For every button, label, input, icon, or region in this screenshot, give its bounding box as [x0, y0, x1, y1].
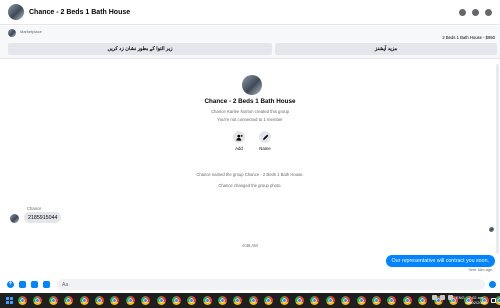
- event-photo-changed: Chance changed the group photo.: [218, 183, 282, 188]
- add-person-icon: [235, 134, 243, 141]
- chrome-icon[interactable]: [218, 296, 228, 305]
- info-icon[interactable]: [485, 8, 492, 16]
- event-renamed: Chance named the group Chance - 2 Beds 1…: [196, 172, 304, 177]
- marketplace-label: Marketplace: [20, 29, 42, 34]
- chrome-icon[interactable]: [171, 296, 181, 305]
- header-actions: [459, 8, 500, 16]
- seen-avatar: [489, 227, 494, 232]
- group-connected-status: You're not connected to 1 member: [217, 117, 283, 122]
- volume-icon[interactable]: [448, 295, 453, 300]
- scrollbar[interactable]: [496, 64, 499, 254]
- wifi-icon[interactable]: [440, 295, 445, 300]
- messenger-window: Chance - 2 Beds 1 Bath House Marketplace…: [0, 0, 500, 308]
- sender-avatar[interactable]: [10, 214, 19, 223]
- mark-pending-button[interactable]: زیر التوا کے بطور نشان زد کریں: [8, 43, 272, 55]
- group-created-by: Chance Karlee Norton created this group: [210, 109, 290, 114]
- sent-status: Sent 16m ago: [468, 268, 492, 272]
- chrome-icon[interactable]: [295, 296, 305, 305]
- chrome-icon[interactable]: [202, 296, 212, 305]
- image-icon[interactable]: [19, 281, 26, 288]
- chrome-icon[interactable]: [310, 296, 320, 305]
- clock-date: 03/02/2025: [465, 300, 486, 305]
- chrome-icon[interactable]: [18, 296, 27, 305]
- chrome-icon[interactable]: [64, 296, 74, 305]
- chrome-icon[interactable]: [279, 296, 289, 305]
- sender-name: Chance: [27, 206, 42, 211]
- notification-icon[interactable]: [491, 298, 496, 303]
- language-indicator[interactable]: ENG: [456, 295, 465, 300]
- chrome-icon[interactable]: [187, 296, 197, 305]
- add-label: Add: [235, 146, 243, 151]
- message-timestamp: 6:46 AM: [242, 243, 258, 248]
- marketplace-banner: Marketplace 2 Beds 1 Bath House - $950 ز…: [0, 26, 500, 59]
- message-composer: + Aa: [0, 276, 500, 293]
- more-options-button[interactable]: مزید آپشنز: [275, 43, 497, 55]
- chrome-icon[interactable]: [341, 296, 351, 305]
- message-input[interactable]: Aa: [57, 279, 485, 290]
- chrome-icon[interactable]: [248, 296, 258, 305]
- listing-title[interactable]: 2 Beds 1 Bath House - $950: [442, 35, 495, 40]
- chrome-icon[interactable]: [264, 296, 274, 305]
- rename-group-button[interactable]: Name: [253, 131, 277, 151]
- taskbar-apps: [18, 296, 500, 305]
- group-avatar-small[interactable]: [8, 4, 24, 20]
- chrome-icon[interactable]: [125, 296, 135, 305]
- chrome-icon[interactable]: [156, 296, 166, 305]
- add-member-button[interactable]: Add: [227, 131, 251, 151]
- video-icon[interactable]: [472, 8, 479, 16]
- marketplace-icon: [8, 29, 16, 37]
- plus-icon[interactable]: +: [7, 281, 14, 288]
- chat-title[interactable]: Chance - 2 Beds 1 Bath House: [29, 9, 130, 16]
- chrome-icon[interactable]: [79, 296, 89, 305]
- gif-icon[interactable]: [43, 281, 50, 288]
- group-name: Chance - 2 Beds 1 Bath House: [204, 98, 296, 105]
- windows-start-icon[interactable]: [6, 297, 13, 304]
- conversation-area: Chance - 2 Beds 1 Bath House Chance Karl…: [0, 60, 500, 275]
- system-tray: ENG: [432, 295, 465, 300]
- chrome-icon[interactable]: [387, 296, 397, 305]
- call-icon[interactable]: [459, 8, 466, 16]
- outgoing-message[interactable]: Our representative will contract you soo…: [385, 255, 495, 267]
- emoji-icon[interactable]: [489, 281, 496, 288]
- chat-header: Chance - 2 Beds 1 Bath House: [0, 0, 500, 25]
- sticker-icon[interactable]: [31, 281, 38, 288]
- chrome-icon[interactable]: [110, 296, 120, 305]
- system-clock[interactable]: 7:02 am 03/02/2025: [466, 295, 486, 305]
- chrome-icon[interactable]: [325, 296, 335, 305]
- chrome-icon[interactable]: [418, 296, 428, 305]
- chrome-icon[interactable]: [141, 296, 151, 305]
- chrome-icon[interactable]: [48, 296, 58, 305]
- chevron-up-icon[interactable]: [432, 295, 437, 300]
- chrome-icon[interactable]: [94, 296, 104, 305]
- chrome-icon[interactable]: [233, 296, 243, 305]
- group-avatar: [242, 75, 262, 95]
- name-label: Name: [259, 146, 271, 151]
- windows-taskbar: ENG 7:02 am 03/02/2025: [0, 293, 500, 308]
- chrome-icon[interactable]: [356, 296, 366, 305]
- chrome-icon[interactable]: [402, 296, 412, 305]
- incoming-message[interactable]: 2185915044: [24, 212, 62, 223]
- pencil-icon: [262, 134, 268, 140]
- chrome-icon[interactable]: [33, 296, 43, 305]
- chrome-icon[interactable]: [371, 296, 381, 305]
